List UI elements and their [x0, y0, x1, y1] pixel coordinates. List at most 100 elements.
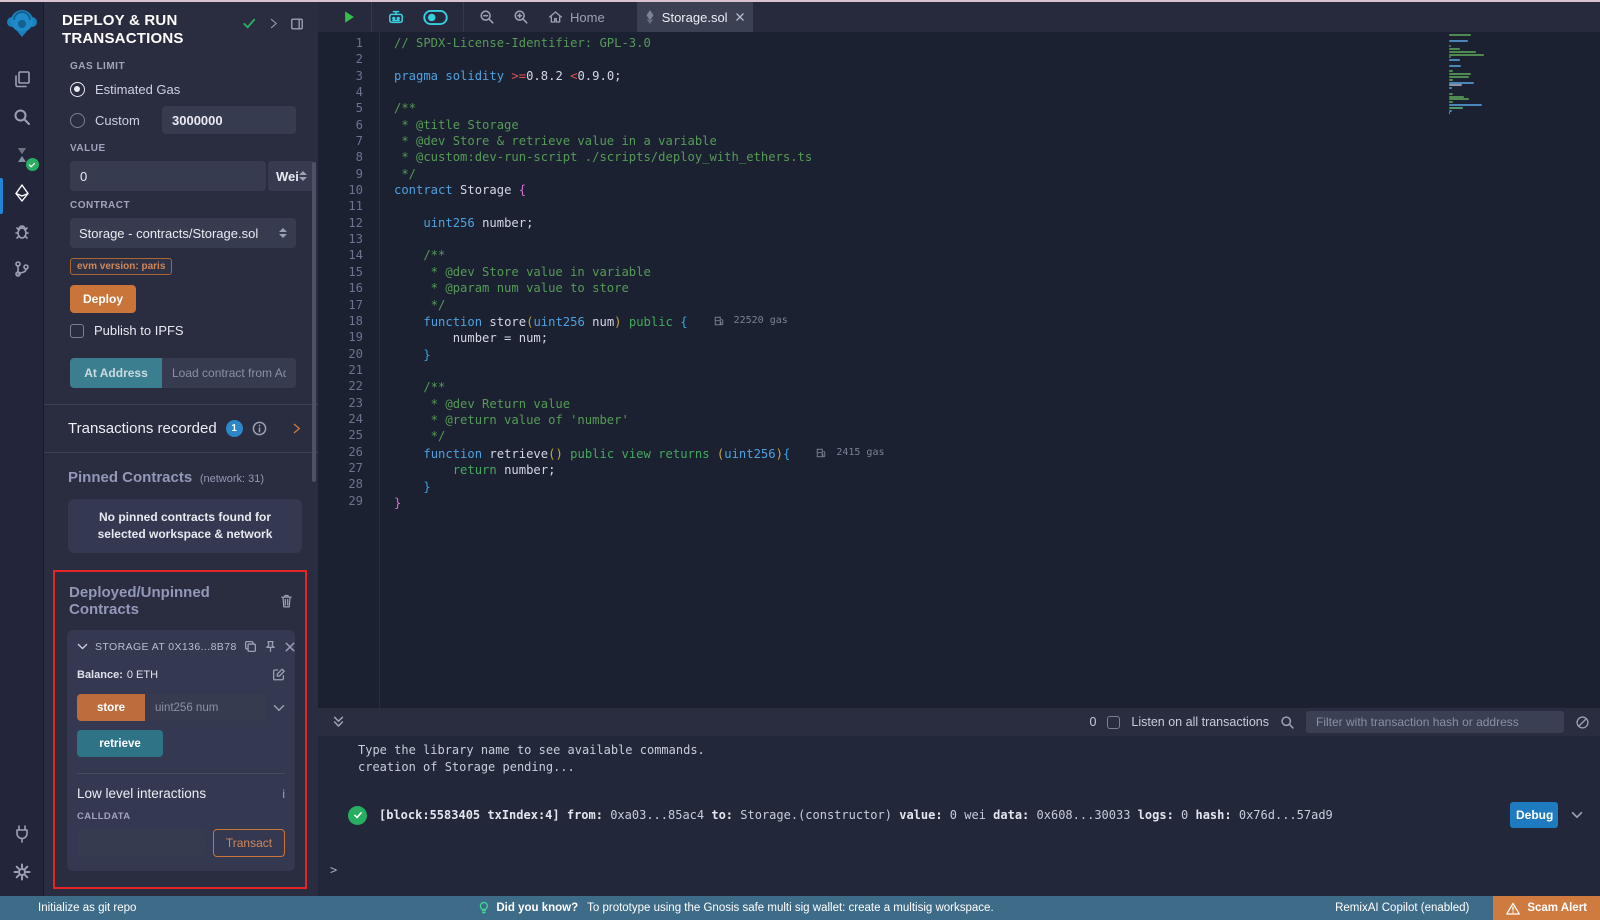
- custom-gas-input[interactable]: [162, 106, 296, 134]
- run-script-button[interactable]: [334, 2, 365, 32]
- deployed-contracts-title: Deployed/Unpinned Contracts: [69, 584, 280, 618]
- collapse-terminal-icon[interactable]: [332, 715, 345, 729]
- toolbar-separator: [463, 2, 464, 32]
- close-icon[interactable]: [284, 641, 296, 653]
- value-unit-select[interactable]: Wei: [268, 161, 315, 191]
- solidity-compiler-icon[interactable]: [10, 143, 34, 167]
- info-icon[interactable]: [252, 421, 267, 436]
- estimated-gas-radio[interactable]: [70, 82, 85, 97]
- store-arg-input[interactable]: [145, 694, 266, 721]
- minimap-line: [1449, 34, 1471, 36]
- terminal-filter-input[interactable]: [1306, 711, 1564, 733]
- code-editor[interactable]: 1234567891011121314151617181920212223242…: [318, 32, 1600, 708]
- line-number: 19: [318, 329, 363, 345]
- line-number: 28: [318, 476, 363, 492]
- code-line: */: [394, 166, 1600, 182]
- deployed-contract-header[interactable]: STORAGE AT 0X136...8B78: [95, 641, 237, 653]
- trash-icon[interactable]: [280, 594, 293, 608]
- clear-filter-icon[interactable]: [1575, 715, 1590, 730]
- minimap-line: [1449, 59, 1460, 61]
- at-address-input[interactable]: [162, 358, 296, 388]
- value-input[interactable]: [70, 161, 266, 191]
- minimap-line: [1449, 79, 1453, 81]
- chevron-down-icon[interactable]: [1570, 808, 1584, 822]
- tx-success-icon: [348, 806, 367, 825]
- line-number: 21: [318, 362, 363, 378]
- value-label: VALUE: [70, 143, 296, 154]
- remix-logo-icon[interactable]: [5, 7, 39, 41]
- edit-icon[interactable]: [272, 668, 285, 681]
- debugger-icon[interactable]: [10, 219, 34, 243]
- settings-icon[interactable]: [10, 860, 34, 884]
- deploy-run-icon[interactable]: [10, 181, 34, 205]
- code-line: }: [394, 347, 1600, 363]
- zoom-in-icon[interactable]: [504, 2, 538, 32]
- code-line: */: [394, 428, 1600, 444]
- search-icon[interactable]: [10, 105, 34, 129]
- code-line: /**: [394, 100, 1600, 116]
- git-icon[interactable]: [10, 257, 34, 281]
- contract-select[interactable]: Storage - contracts/Storage.sol: [70, 218, 296, 248]
- line-number: 7: [318, 133, 363, 149]
- transact-button[interactable]: Transact: [213, 829, 285, 857]
- copilot-status[interactable]: RemixAI Copilot (enabled): [1335, 902, 1469, 914]
- listen-all-checkbox[interactable]: [1107, 716, 1120, 729]
- plugin-manager-icon[interactable]: [10, 822, 34, 846]
- calldata-input[interactable]: [77, 829, 205, 857]
- minimap-line: [1449, 76, 1469, 78]
- code-line: pragma solidity >=0.8.2 <0.9.0;: [394, 68, 1600, 84]
- transaction-log-row[interactable]: [block:5583405 txIndex:4] from: 0xa03...…: [348, 802, 1584, 828]
- tab-close-icon[interactable]: [735, 12, 745, 22]
- minimap-line: [1449, 110, 1452, 112]
- chevron-down-icon[interactable]: [77, 641, 88, 652]
- deploy-button[interactable]: Deploy: [70, 285, 136, 313]
- copy-icon[interactable]: [244, 640, 257, 653]
- line-number: 17: [318, 297, 363, 313]
- terminal-prompt[interactable]: >: [330, 863, 1600, 877]
- value-unit-label: Wei: [276, 169, 299, 184]
- debug-button[interactable]: Debug: [1510, 802, 1558, 828]
- code-line: [394, 51, 1600, 67]
- line-number: 26: [318, 444, 363, 460]
- code-line: * @dev Store & retrieve value in a varia…: [394, 133, 1600, 149]
- remix-ide-window: DEPLOY & RUN TRANSACTIONS GAS LIMIT Esti…: [0, 0, 1600, 920]
- line-number: 25: [318, 427, 363, 443]
- ai-copilot-icon[interactable]: [378, 2, 414, 32]
- minimap-line: [1449, 65, 1461, 67]
- chevron-right-icon[interactable]: [268, 18, 279, 29]
- copilot-toggle-icon[interactable]: [414, 2, 457, 32]
- chevron-down-icon[interactable]: [273, 702, 285, 714]
- estimated-gas-option[interactable]: Estimated Gas: [70, 79, 296, 99]
- listen-all-label[interactable]: Listen on all transactions: [1131, 715, 1269, 729]
- info-icon[interactable]: i: [282, 787, 285, 801]
- publish-ipfs-checkbox[interactable]: [70, 324, 84, 338]
- retrieve-button[interactable]: retrieve: [77, 730, 163, 757]
- success-check-icon: [242, 16, 257, 31]
- home-button[interactable]: Home: [538, 10, 615, 25]
- zoom-out-icon[interactable]: [470, 2, 504, 32]
- tab-storage-sol[interactable]: Storage.sol: [637, 2, 753, 32]
- at-address-button[interactable]: At Address: [70, 358, 162, 388]
- minimap-line: [1449, 112, 1450, 114]
- evm-version-badge: evm version: paris: [70, 258, 172, 275]
- pin-panel-icon[interactable]: [290, 17, 304, 31]
- file-explorer-icon[interactable]: [10, 67, 34, 91]
- pin-icon[interactable]: [264, 640, 277, 653]
- pinned-contracts-section: Pinned Contracts (network: 31) No pinned…: [44, 453, 318, 553]
- contract-select-value: Storage - contracts/Storage.sol: [79, 226, 258, 241]
- custom-gas-radio[interactable]: [70, 113, 85, 128]
- git-init-button[interactable]: Initialize as git repo: [38, 902, 136, 914]
- panel-scrollbar[interactable]: [312, 162, 316, 482]
- line-number: 20: [318, 346, 363, 362]
- publish-ipfs-option[interactable]: Publish to IPFS: [70, 323, 296, 338]
- terminal[interactable]: Type the library name to see available c…: [318, 736, 1600, 896]
- scam-alert-button[interactable]: Scam Alert: [1493, 896, 1600, 920]
- transactions-recorded-row[interactable]: Transactions recorded 1: [44, 405, 318, 452]
- gas-estimate: 22520 gas: [714, 313, 788, 329]
- editor-lines[interactable]: // SPDX-License-Identifier: GPL-3.0pragm…: [380, 32, 1600, 708]
- code-line: /**: [394, 247, 1600, 263]
- minimap-line: [1449, 40, 1468, 42]
- minimap[interactable]: [1449, 34, 1521, 115]
- store-button[interactable]: store: [77, 694, 145, 721]
- chevron-right-icon[interactable]: [291, 423, 302, 434]
